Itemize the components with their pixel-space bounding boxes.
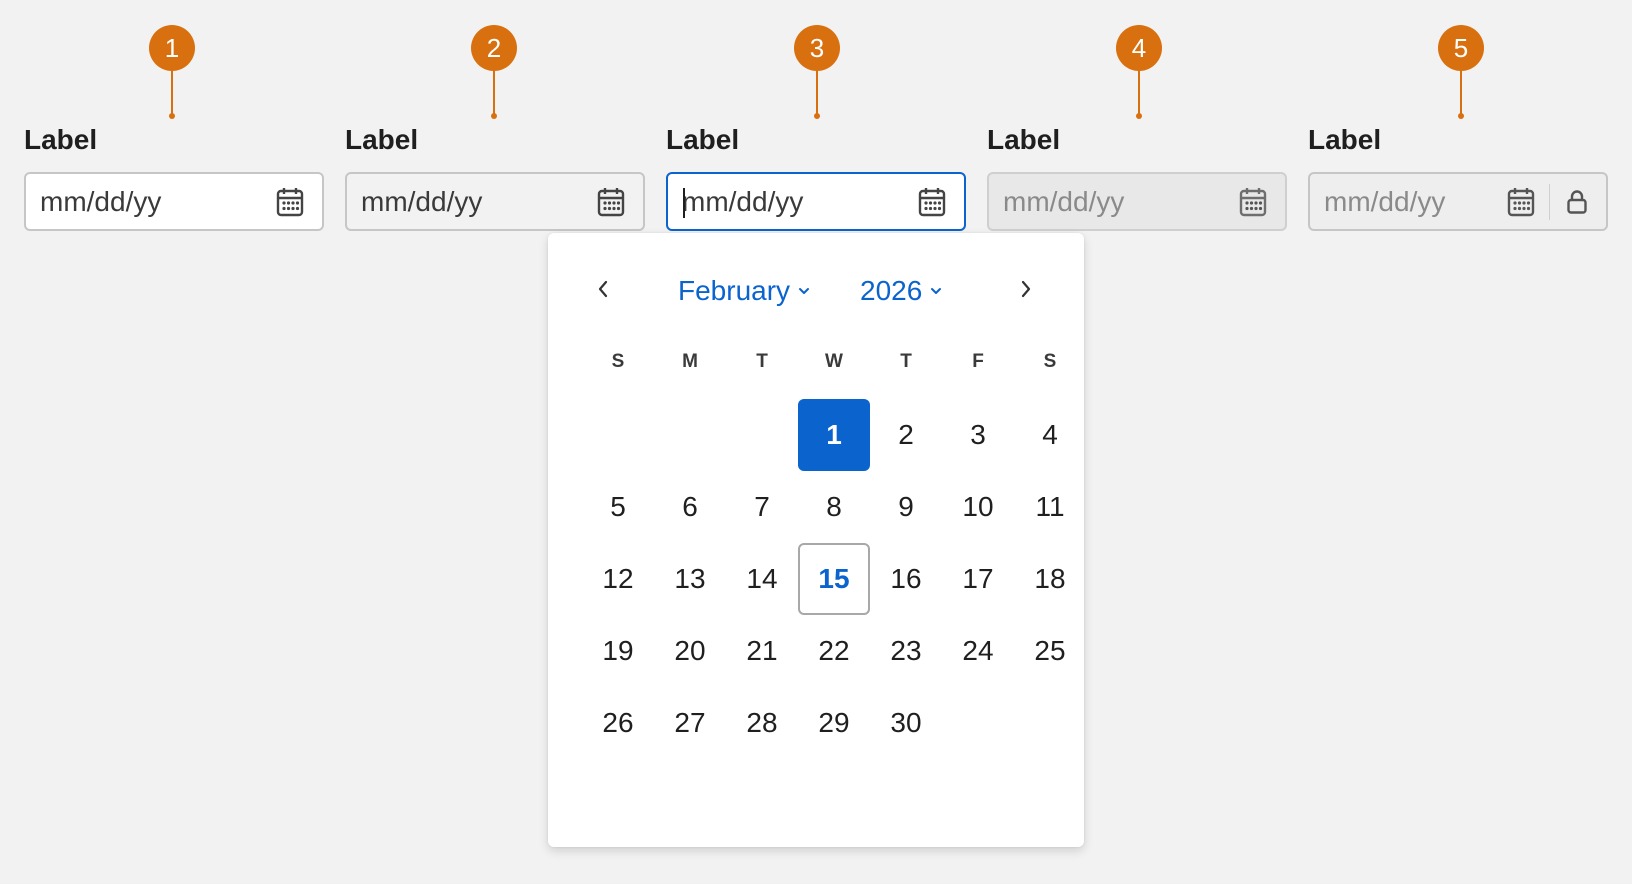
calendar-day[interactable]: 7	[726, 471, 798, 543]
calendar-day[interactable]: 24	[942, 615, 1014, 687]
calendar-day[interactable]: 25	[1014, 615, 1086, 687]
calendar-day-empty	[654, 399, 726, 471]
annotation-dot-4	[1136, 113, 1142, 119]
weekday-label: S	[611, 351, 625, 372]
annotation-marker-3: 3	[794, 25, 840, 71]
calendar-day[interactable]: 27	[654, 687, 726, 759]
previous-month-button[interactable]	[583, 271, 623, 311]
annotation-line-4	[1138, 71, 1140, 114]
calendar-day[interactable]: 17	[942, 543, 1014, 615]
annotation-line-1	[171, 71, 173, 114]
calendar-icon[interactable]	[276, 187, 304, 217]
calendar-day[interactable]: 19	[582, 615, 654, 687]
calendar-day[interactable]: 28	[726, 687, 798, 759]
calendar-day-selected[interactable]: 1	[798, 399, 870, 471]
calendar-day-empty	[726, 399, 798, 471]
annotation-line-3	[816, 71, 818, 114]
annotation-dot-5	[1458, 113, 1464, 119]
calendar-day[interactable]: 14	[726, 543, 798, 615]
calendar-day[interactable]: 9	[870, 471, 942, 543]
calendar-popup: February 2026 S M T W T F S 1 2 3 4 5 6 7 8 9 10 1…	[548, 233, 1084, 847]
weekday-label: S	[1043, 351, 1057, 372]
date-field-focused[interactable]	[666, 172, 966, 231]
annotation-marker-1: 1	[149, 25, 195, 71]
calendar-day[interactable]: 6	[654, 471, 726, 543]
calendar-day[interactable]: 4	[1014, 399, 1086, 471]
field-label-5: Label	[1308, 124, 1382, 155]
calendar-day[interactable]: 21	[726, 615, 798, 687]
calendar-day-empty	[582, 399, 654, 471]
weekday-label: W	[825, 351, 843, 372]
calendar-day[interactable]: 22	[798, 615, 870, 687]
field-divider	[1549, 183, 1550, 220]
next-month-button[interactable]	[1006, 271, 1046, 311]
field-label-4: Label	[987, 124, 1061, 155]
calendar-day[interactable]: 16	[870, 543, 942, 615]
calendar-day[interactable]: 11	[1014, 471, 1086, 543]
date-input-4	[989, 174, 1239, 229]
calendar-day[interactable]: 30	[870, 687, 942, 759]
year-select[interactable]: 2026	[860, 273, 942, 309]
date-field-disabled	[987, 172, 1287, 231]
annotation-dot-3	[814, 113, 820, 119]
date-field-readonly[interactable]	[345, 172, 645, 231]
date-field-default[interactable]	[24, 172, 324, 231]
month-select-label: February	[678, 275, 791, 306]
year-select-label: 2026	[860, 275, 923, 306]
chevron-down-icon	[798, 287, 810, 295]
date-input-5	[1310, 174, 1507, 229]
weekday-label: T	[900, 351, 912, 372]
annotation-line-5	[1460, 71, 1462, 114]
annotation-marker-2: 2	[471, 25, 517, 71]
calendar-icon	[1239, 187, 1267, 217]
weekday-label: F	[972, 351, 984, 372]
chevron-left-icon	[597, 280, 609, 303]
field-label-2: Label	[345, 124, 419, 155]
calendar-day[interactable]: 5	[582, 471, 654, 543]
weekday-label: T	[756, 351, 768, 372]
calendar-day[interactable]: 20	[654, 615, 726, 687]
annotation-dot-1	[169, 113, 175, 119]
calendar-day[interactable]: 8	[798, 471, 870, 543]
calendar-day[interactable]: 23	[870, 615, 942, 687]
calendar-day[interactable]: 13	[654, 543, 726, 615]
calendar-day[interactable]: 3	[942, 399, 1014, 471]
weekday-header-row: S M T W T F S	[582, 351, 1086, 373]
calendar-day[interactable]: 12	[582, 543, 654, 615]
calendar-icon[interactable]	[597, 187, 625, 217]
calendar-day[interactable]: 2	[870, 399, 942, 471]
weekday-label: M	[682, 351, 698, 372]
month-select[interactable]: February	[678, 273, 810, 309]
chevron-right-icon	[1020, 280, 1032, 303]
calendar-day-grid: 1 2 3 4 5 6 7 8 9 10 11 12 13 14 15 16 17 18 19 20 21 22 23 24 2…	[582, 399, 1086, 759]
calendar-icon	[1507, 187, 1535, 217]
calendar-day[interactable]: 10	[942, 471, 1014, 543]
date-input-2[interactable]	[347, 174, 597, 229]
date-input-3[interactable]	[668, 174, 918, 229]
calendar-day-today[interactable]: 15	[798, 543, 870, 615]
calendar-icon[interactable]	[918, 187, 946, 217]
chevron-down-icon	[930, 287, 942, 295]
field-label-3: Label	[666, 124, 740, 155]
calendar-day[interactable]: 26	[582, 687, 654, 759]
calendar-day[interactable]: 29	[798, 687, 870, 759]
calendar-day[interactable]: 18	[1014, 543, 1086, 615]
annotation-marker-4: 4	[1116, 25, 1162, 71]
annotation-marker-5: 5	[1438, 25, 1484, 71]
field-label-1: Label	[24, 124, 98, 155]
date-field-locked	[1308, 172, 1608, 231]
text-caret	[683, 188, 685, 218]
lock-icon	[1566, 189, 1588, 215]
date-picker-states-stage: 1 Label 2 Label 3 Label 4 Label	[0, 0, 1632, 884]
annotation-dot-2	[491, 113, 497, 119]
annotation-line-2	[493, 71, 495, 114]
date-input-1[interactable]	[26, 174, 276, 229]
